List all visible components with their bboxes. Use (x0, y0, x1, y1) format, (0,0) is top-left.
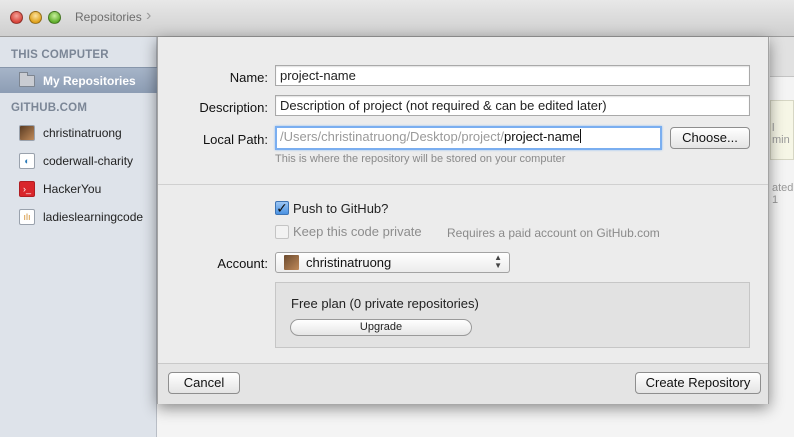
background-text: l min (772, 122, 790, 146)
private-hint: Requires a paid account on GitHub.com (447, 226, 660, 240)
sidebar-item-christinatruong[interactable]: christinatruong (0, 122, 157, 144)
background-text: ated 1 (772, 182, 794, 206)
account-select-value: christinatruong (306, 255, 392, 270)
close-window-button[interactable] (10, 11, 23, 24)
account-label: Account: (217, 256, 268, 271)
section-header-github: GITHUB.COM (11, 102, 88, 114)
sheet-footer: Cancel Create Repository (158, 363, 768, 404)
local-path-prefix: /Users/christinatruong/Desktop/project/ (280, 129, 504, 144)
background-toolbar (770, 37, 794, 77)
keep-private-label[interactable]: Keep this code private (293, 224, 422, 239)
sidebar-item-label: ladieslearningcode (43, 210, 144, 224)
org-avatar-icon: ◐ (19, 153, 35, 169)
create-repository-sheet: Name: project-name Description: Descript… (157, 37, 769, 404)
choose-button[interactable]: Choose... (670, 127, 750, 149)
user-avatar-icon (19, 125, 35, 141)
breadcrumb[interactable]: Repositories (75, 10, 142, 24)
sidebar-item-coderwall-charity[interactable]: ◐ coderwall-charity (0, 150, 157, 172)
terminal-avatar-icon: ›_ (19, 181, 35, 197)
cancel-button[interactable]: Cancel (168, 372, 240, 394)
chevron-right-icon: › (146, 7, 152, 24)
sidebar: THIS COMPUTER My Repositories GITHUB.COM… (0, 37, 157, 437)
sidebar-item-label: My Repositories (43, 74, 136, 88)
user-avatar-icon (284, 255, 299, 270)
local-path-field[interactable]: /Users/christinatruong/Desktop/project/p… (275, 126, 662, 150)
plan-box: Free plan (0 private repositories) Upgra… (275, 282, 750, 348)
keep-private-checkbox[interactable] (275, 225, 289, 239)
sidebar-item-label: HackerYou (43, 182, 102, 196)
folder-icon (19, 72, 35, 87)
sidebar-item-label: coderwall-charity (43, 154, 134, 168)
local-path-label: Local Path: (202, 132, 268, 147)
upgrade-button[interactable]: Upgrade (290, 319, 472, 336)
section-header-this-computer: THIS COMPUTER (11, 49, 109, 61)
name-label: Name: (229, 70, 268, 85)
push-to-github-checkbox[interactable]: ✓ (275, 201, 289, 215)
zoom-window-button[interactable] (48, 11, 61, 24)
create-repository-button[interactable]: Create Repository (635, 372, 761, 394)
divider (158, 184, 768, 185)
plan-text: Free plan (0 private repositories) (291, 296, 479, 311)
push-to-github-label[interactable]: Push to GitHub? (293, 201, 388, 216)
window-titlebar: Repositories › (0, 0, 794, 37)
local-path-value: project-name (503, 129, 580, 144)
sidebar-item-hackeryou[interactable]: ›_ HackerYou (0, 178, 157, 200)
path-hint: This is where the repository will be sto… (275, 153, 566, 165)
description-label: Description: (199, 100, 268, 115)
description-field[interactable]: Description of project (not required & c… (275, 95, 750, 116)
account-select[interactable]: christinatruong ▲ ▼ (275, 252, 510, 273)
minimize-window-button[interactable] (29, 11, 42, 24)
org-avatar-icon: ılı (19, 209, 35, 225)
sidebar-item-ladieslearningcode[interactable]: ılı ladieslearningcode (0, 206, 157, 228)
text-caret (579, 129, 581, 143)
up-down-arrows-icon: ▲ ▼ (494, 253, 502, 270)
name-field[interactable]: project-name (275, 65, 750, 86)
sidebar-item-label: christinatruong (43, 126, 122, 140)
sidebar-item-my-repositories[interactable]: My Repositories (0, 67, 157, 93)
